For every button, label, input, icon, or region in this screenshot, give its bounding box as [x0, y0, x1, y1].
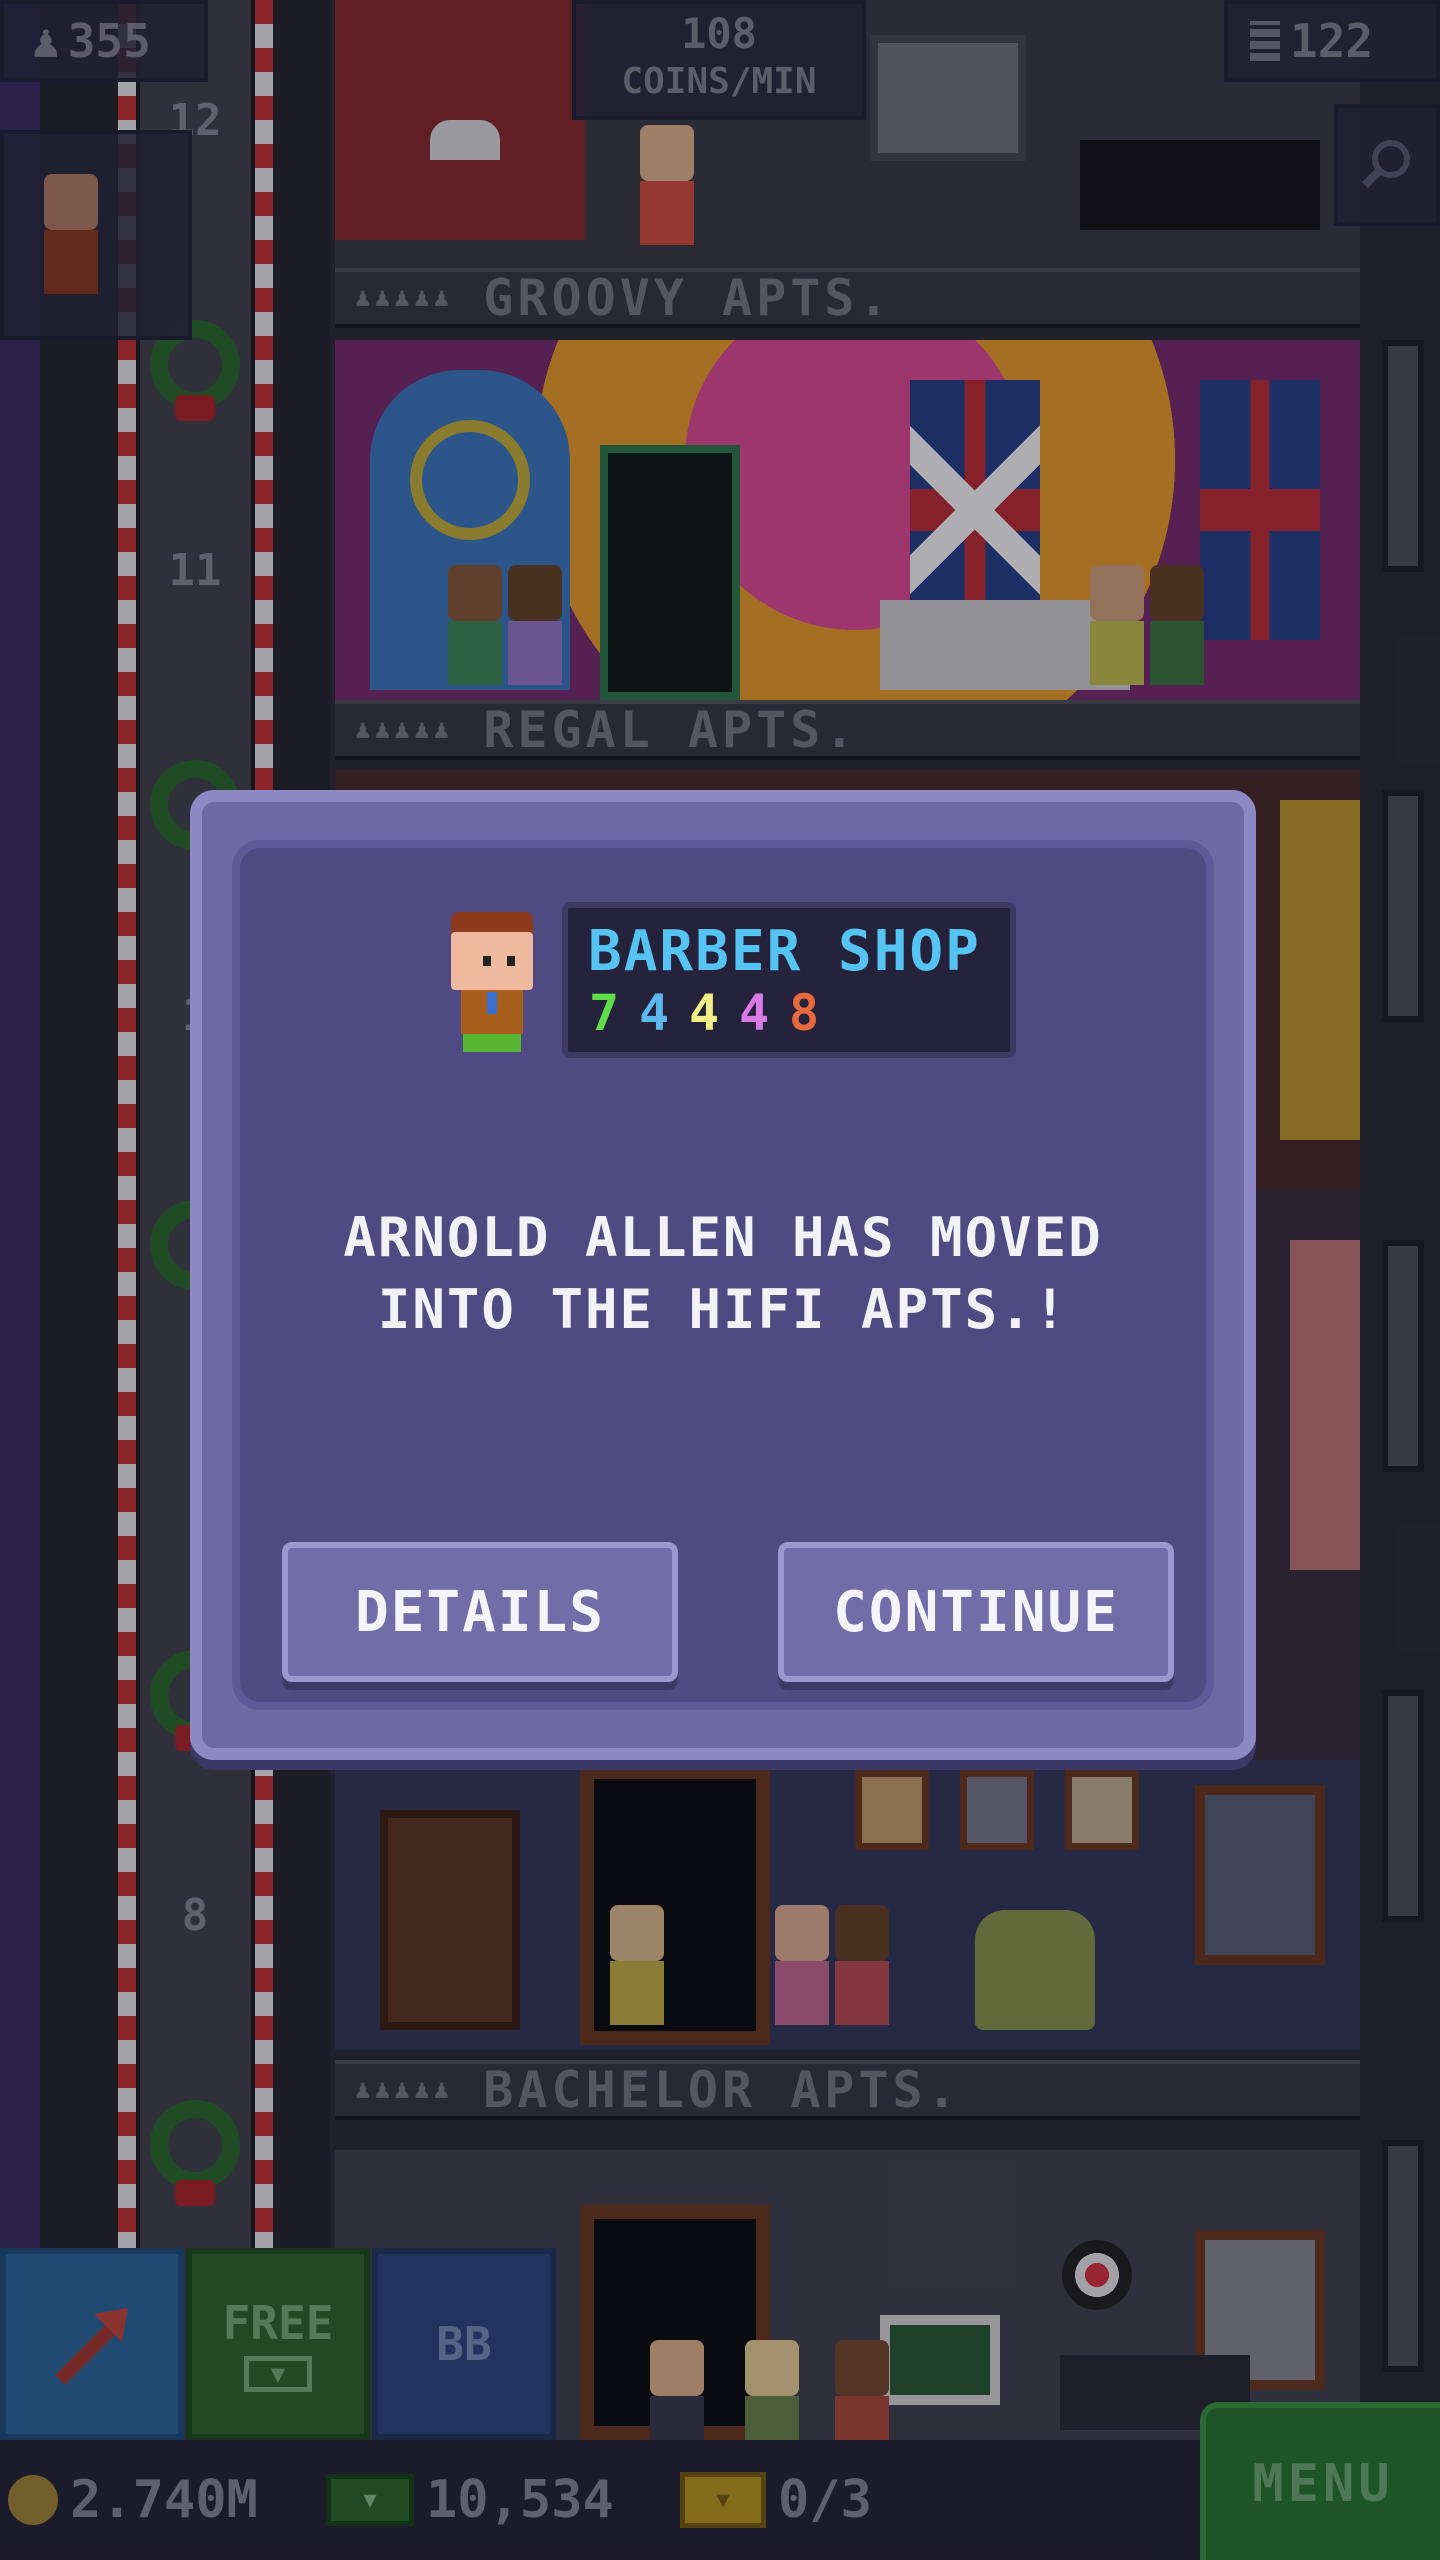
message-line: INTO THE HIFI APTS.!	[377, 1278, 1069, 1341]
skill-level: 7	[588, 984, 620, 1042]
dialog-message: ARNOLD ALLEN HAS MOVED INTO THE HIFI APT…	[202, 1202, 1244, 1346]
business-badge: BARBER SHOP 7 4 4 4 8	[562, 902, 1016, 1058]
continue-button[interactable]: CONTINUE	[778, 1542, 1174, 1682]
resident-avatar	[447, 912, 533, 1052]
business-name: BARBER SHOP	[588, 919, 981, 984]
skill-level: 4	[738, 984, 770, 1042]
skill-level: 4	[688, 984, 720, 1042]
skill-level: 4	[638, 984, 670, 1042]
skill-levels: 7 4 4 4 8	[588, 984, 1010, 1042]
move-in-dialog: BARBER SHOP 7 4 4 4 8 ARNOLD ALLEN HAS M…	[190, 790, 1256, 1760]
message-line: ARNOLD ALLEN HAS MOVED	[343, 1206, 1103, 1269]
details-button[interactable]: DETAILS	[282, 1542, 678, 1682]
skill-level: 8	[788, 984, 820, 1042]
